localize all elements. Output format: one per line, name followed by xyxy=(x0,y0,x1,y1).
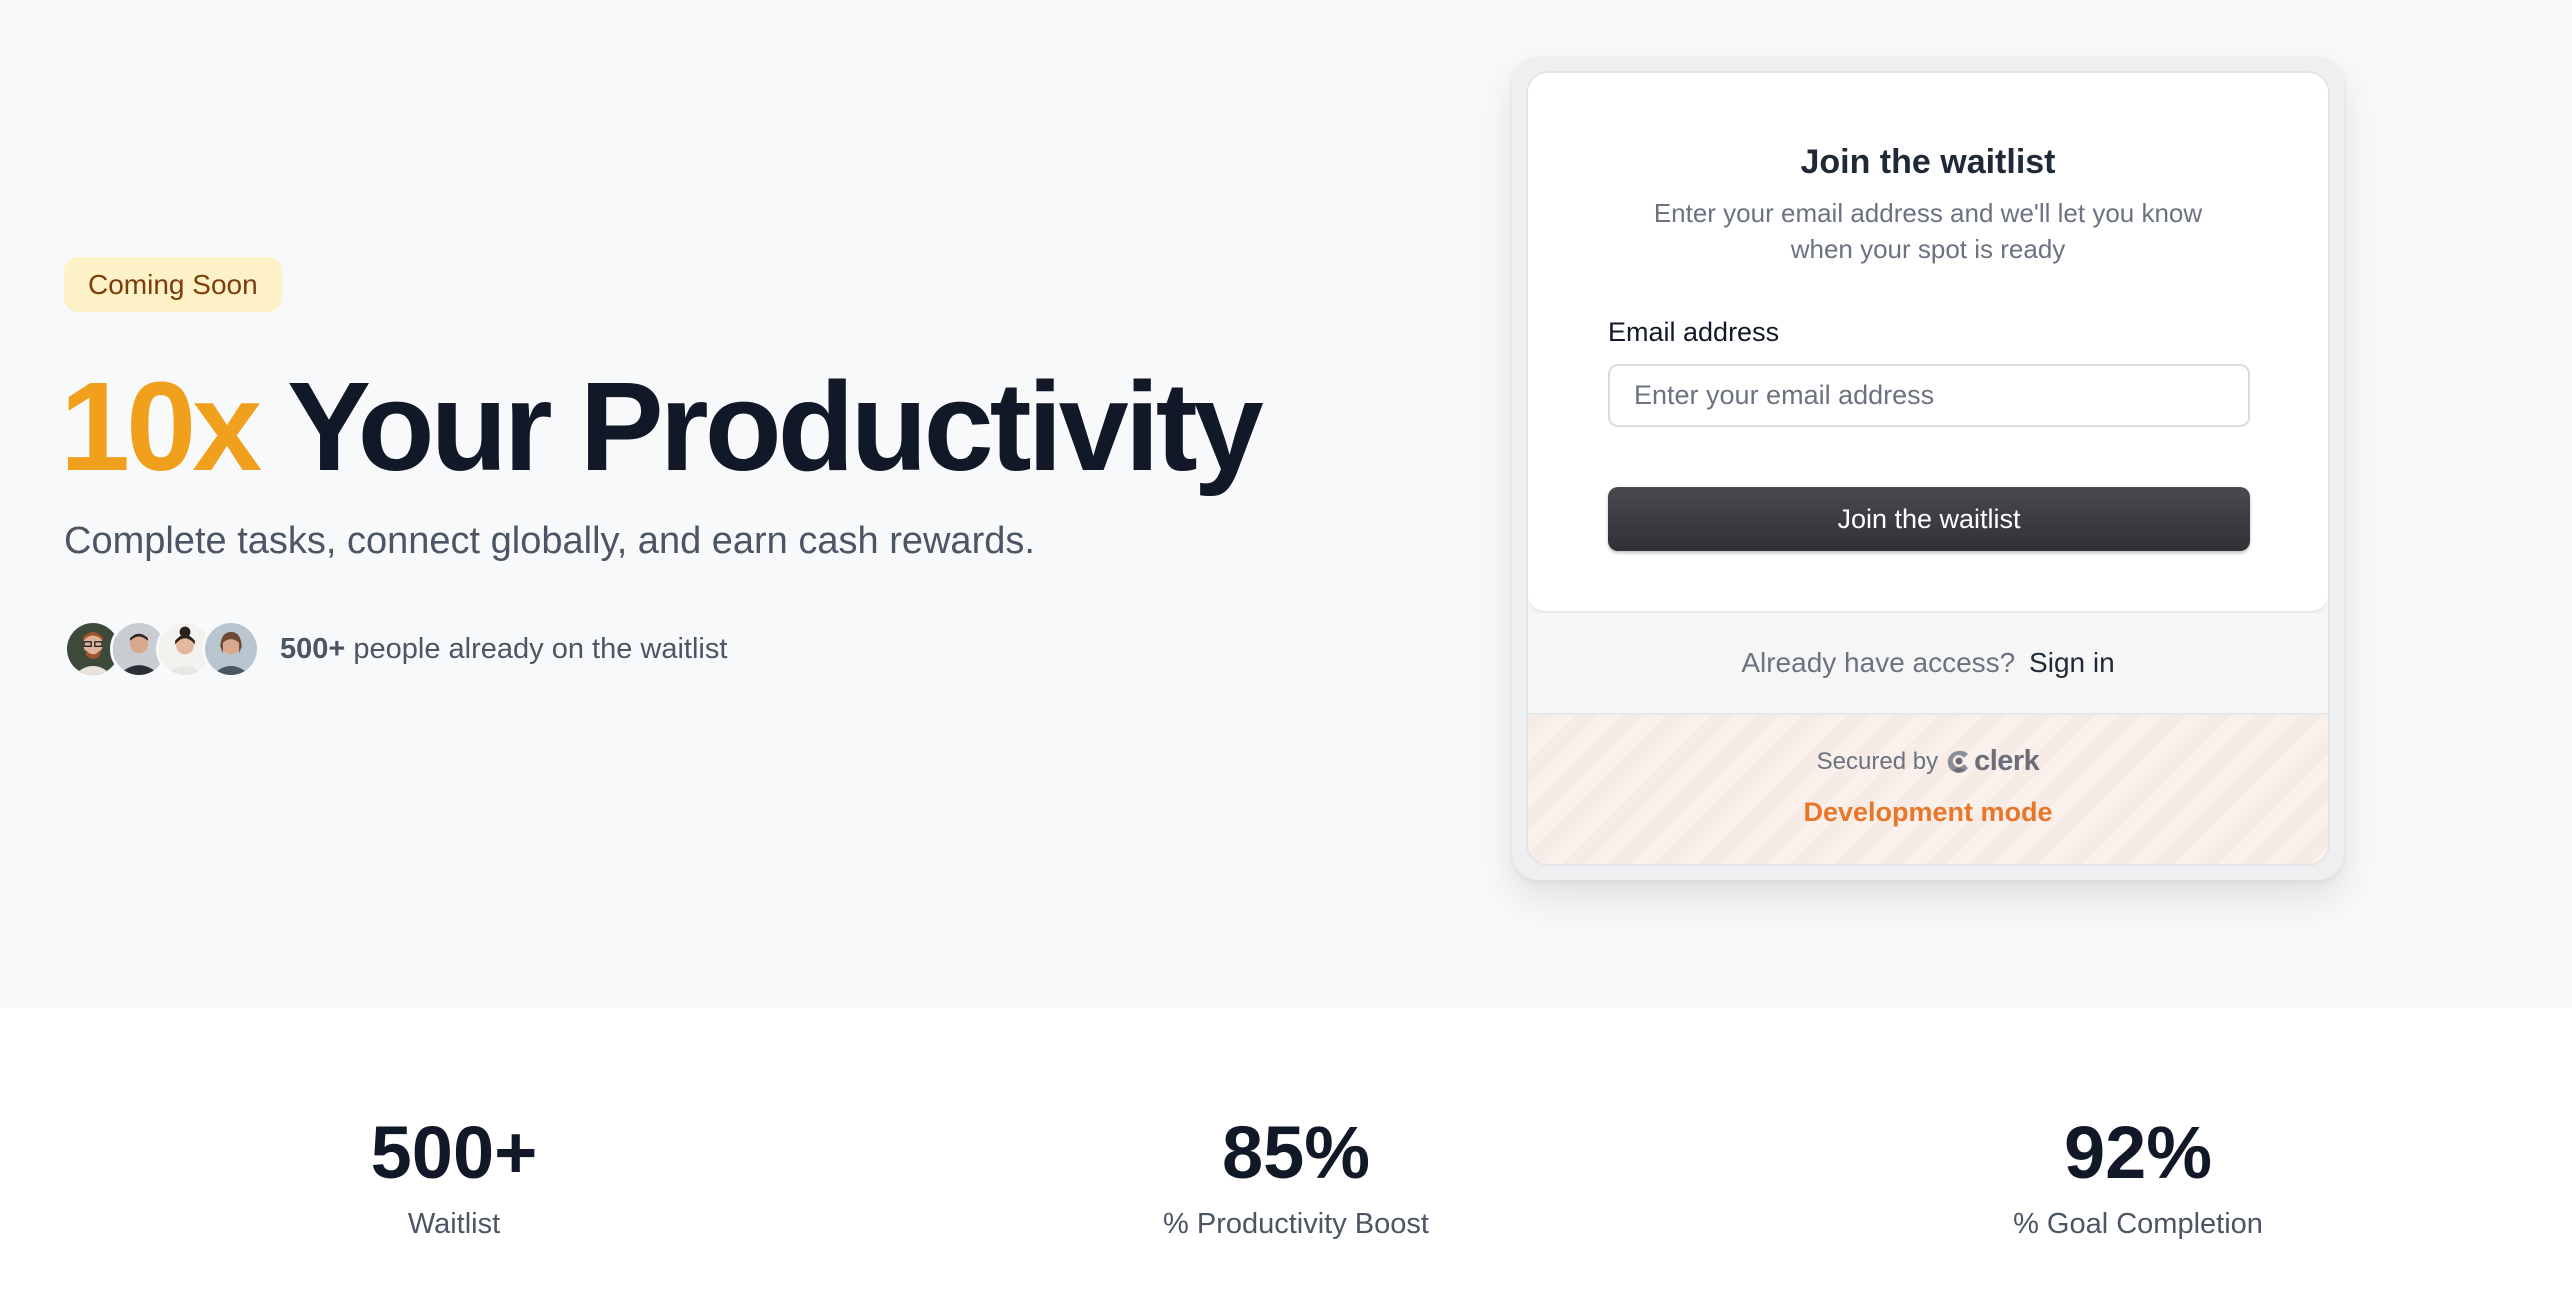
sign-in-link[interactable]: Sign in xyxy=(2029,647,2115,678)
secured-by: Secured by clerk xyxy=(1528,745,2328,778)
access-row: Already have access? Sign in xyxy=(1528,613,2328,713)
coming-soon-badge: Coming Soon xyxy=(64,257,282,312)
email-label: Email address xyxy=(1608,317,1780,347)
stat-label: Waitlist xyxy=(407,1208,501,1240)
stat-productivity: 85% % Productivity Boost xyxy=(996,1108,1596,1241)
secured-by-text: Secured by xyxy=(1816,747,1939,775)
waitlist-count-text: 500+ people already on the waitlist xyxy=(280,633,727,666)
avatar-group xyxy=(64,620,260,678)
stat-value: 85% xyxy=(1221,1111,1371,1194)
social-proof: 500+ people already on the waitlist xyxy=(64,618,727,680)
headline: 10x Your Productivity xyxy=(60,352,1264,502)
clerk-logo[interactable]: clerk xyxy=(1946,745,2040,778)
stat-value: 500+ xyxy=(370,1111,538,1194)
stat-label: % Productivity Boost xyxy=(1163,1208,1429,1240)
stat-label: % Goal Completion xyxy=(2013,1208,2263,1240)
clerk-wordmark: clerk xyxy=(1974,745,2040,777)
stat-value: 92% xyxy=(2063,1111,2213,1194)
stats-section: 500+ Waitlist 85% % Productivity Boost 9… xyxy=(0,1008,2572,1310)
headline-accent: 10x xyxy=(60,356,262,497)
waitlist-count: 500+ xyxy=(280,632,346,665)
card-description: Enter your email address and we'll let y… xyxy=(1653,198,2203,264)
waitlist-card: Join the waitlist Enter your email addre… xyxy=(1512,57,2344,880)
avatar xyxy=(202,620,260,678)
email-input[interactable] xyxy=(1608,364,2250,427)
card-frame: Join the waitlist Enter your email addre… xyxy=(1526,71,2330,866)
stat-waitlist: 500+ Waitlist xyxy=(154,1108,754,1241)
waitlist-form: Join the waitlist Enter your email addre… xyxy=(1528,73,2328,613)
stat-goal-completion: 92% % Goal Completion xyxy=(1838,1108,2438,1241)
subheadline: Complete tasks, connect globally, and ea… xyxy=(64,520,1035,562)
card-footer: Secured by clerk Development mode xyxy=(1528,713,2328,864)
waitlist-caption: people already on the waitlist xyxy=(353,632,728,665)
access-text: Already have access? xyxy=(1741,647,2016,678)
development-mode-label: Development mode xyxy=(1803,797,2053,827)
clerk-icon xyxy=(1947,750,1969,773)
join-waitlist-button[interactable]: Join the waitlist xyxy=(1608,487,2250,551)
hero-section: Coming Soon 10x Your Productivity Comple… xyxy=(0,0,2572,1008)
card-title: Join the waitlist xyxy=(1800,143,2056,181)
headline-rest: Your Productivity xyxy=(286,356,1264,497)
